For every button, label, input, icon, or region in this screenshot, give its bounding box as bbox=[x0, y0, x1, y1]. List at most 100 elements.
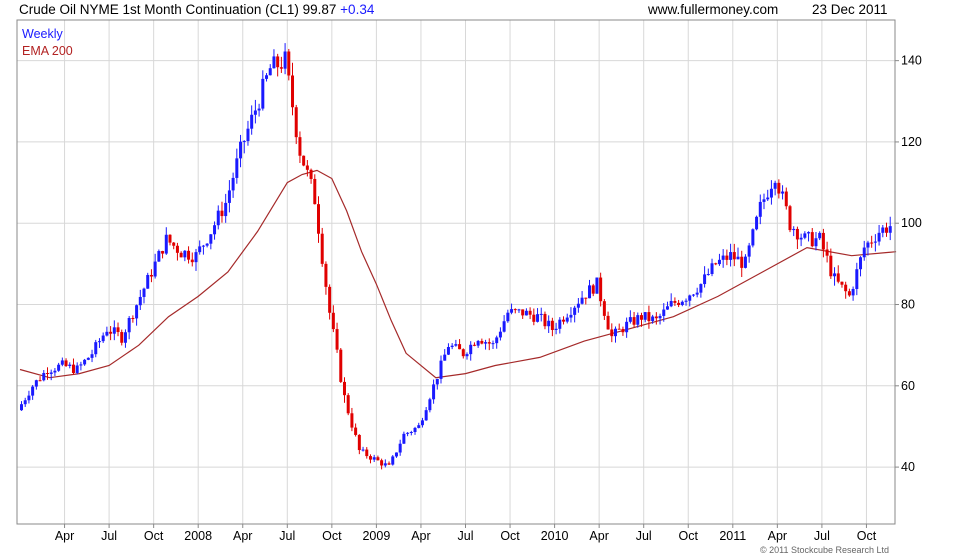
candle-body bbox=[383, 463, 387, 466]
candle-body bbox=[736, 256, 740, 260]
candle-body bbox=[543, 313, 547, 327]
candle-body bbox=[298, 137, 302, 156]
candle-body bbox=[714, 263, 718, 265]
candle-body bbox=[372, 457, 376, 460]
candle-body bbox=[691, 294, 695, 296]
candle-body bbox=[135, 305, 139, 319]
candle-body bbox=[205, 243, 209, 246]
x-tick-label: Jul bbox=[101, 529, 117, 543]
candle-body bbox=[279, 67, 283, 69]
candle-body bbox=[57, 364, 61, 371]
candle-body bbox=[116, 327, 120, 333]
candle-body bbox=[602, 301, 606, 316]
candle-body bbox=[743, 256, 747, 268]
candle-body bbox=[484, 342, 488, 344]
candle-body bbox=[354, 427, 358, 435]
legend-ema: EMA 200 bbox=[22, 44, 73, 58]
x-tick-label: 2010 bbox=[541, 529, 569, 543]
candle-body bbox=[528, 310, 532, 315]
candle-body bbox=[502, 321, 506, 332]
candle-body bbox=[376, 457, 380, 461]
candle-body bbox=[732, 252, 736, 260]
candle-body bbox=[862, 247, 866, 258]
candle-body bbox=[357, 434, 361, 451]
candle-body bbox=[773, 182, 777, 189]
candle-body bbox=[157, 251, 161, 262]
candle-body bbox=[703, 274, 707, 285]
candle-body bbox=[729, 252, 733, 260]
candle-body bbox=[142, 288, 146, 297]
y-tick-label: 60 bbox=[901, 379, 915, 393]
candle-body bbox=[90, 354, 94, 358]
candle-body bbox=[788, 206, 792, 231]
candle-body bbox=[454, 344, 458, 346]
candle-body bbox=[127, 317, 131, 333]
candle-body bbox=[458, 344, 462, 350]
candle-body bbox=[565, 317, 569, 322]
candle-body bbox=[105, 331, 109, 336]
candle-body bbox=[443, 354, 447, 361]
candle-body bbox=[420, 420, 424, 426]
x-tick-label: Apr bbox=[411, 529, 430, 543]
candle-body bbox=[844, 284, 848, 292]
candle-body bbox=[239, 141, 243, 159]
candle-body bbox=[706, 274, 710, 276]
candle-body bbox=[662, 309, 666, 316]
candle-body bbox=[792, 228, 796, 231]
candle-body bbox=[331, 312, 335, 330]
candle-body bbox=[309, 169, 313, 179]
candle-body bbox=[472, 344, 476, 346]
candle-body bbox=[510, 309, 514, 313]
candle-body bbox=[513, 309, 517, 311]
candle-body bbox=[432, 384, 436, 400]
candle-body bbox=[250, 114, 254, 129]
candle-body bbox=[821, 232, 825, 250]
candle-body bbox=[536, 314, 540, 322]
candle-body bbox=[253, 110, 257, 115]
candle-body bbox=[885, 227, 889, 233]
candle-body bbox=[83, 359, 87, 365]
candle-body bbox=[265, 75, 269, 79]
candle-body bbox=[71, 364, 75, 373]
candle-body bbox=[632, 317, 636, 325]
candle-body bbox=[532, 314, 536, 322]
candle-body bbox=[365, 449, 369, 457]
candle-body bbox=[569, 314, 573, 318]
candle-body bbox=[799, 237, 803, 240]
candle-body bbox=[161, 251, 165, 254]
candle-body bbox=[818, 232, 822, 239]
candle-body bbox=[610, 329, 614, 337]
candle-body bbox=[64, 360, 68, 367]
candle-body bbox=[138, 296, 142, 306]
candle-body bbox=[201, 245, 205, 247]
candles-group bbox=[20, 43, 892, 470]
candle-body bbox=[86, 357, 90, 360]
candle-body bbox=[112, 327, 116, 334]
candle-body bbox=[49, 372, 53, 374]
candle-body bbox=[198, 246, 202, 253]
candle-body bbox=[866, 242, 870, 248]
candle-body bbox=[576, 303, 580, 308]
candle-body bbox=[725, 255, 729, 260]
candle-body bbox=[450, 345, 454, 348]
candle-body bbox=[20, 404, 23, 411]
candle-body bbox=[651, 316, 655, 322]
candle-body bbox=[302, 155, 306, 166]
candle-body bbox=[350, 413, 354, 428]
candle-body bbox=[231, 177, 235, 191]
candle-body bbox=[146, 274, 150, 289]
candle-body bbox=[406, 432, 410, 434]
y-axis: 40 60 80 100 120 140 bbox=[895, 54, 922, 474]
candle-body bbox=[588, 285, 592, 299]
candle-body bbox=[636, 315, 640, 325]
x-axis: Apr Jul Oct 2008 Apr Jul Oct 2009 Apr Jul Oct 2010 A… bbox=[55, 524, 877, 543]
candle-body bbox=[717, 259, 721, 265]
candle-body bbox=[688, 295, 692, 301]
candle-body bbox=[398, 443, 402, 453]
candle-body bbox=[625, 321, 629, 333]
candle-body bbox=[183, 250, 187, 258]
candle-body bbox=[855, 269, 859, 289]
candle-body bbox=[276, 56, 280, 68]
candle-body bbox=[803, 233, 807, 238]
candle-body bbox=[380, 460, 384, 466]
